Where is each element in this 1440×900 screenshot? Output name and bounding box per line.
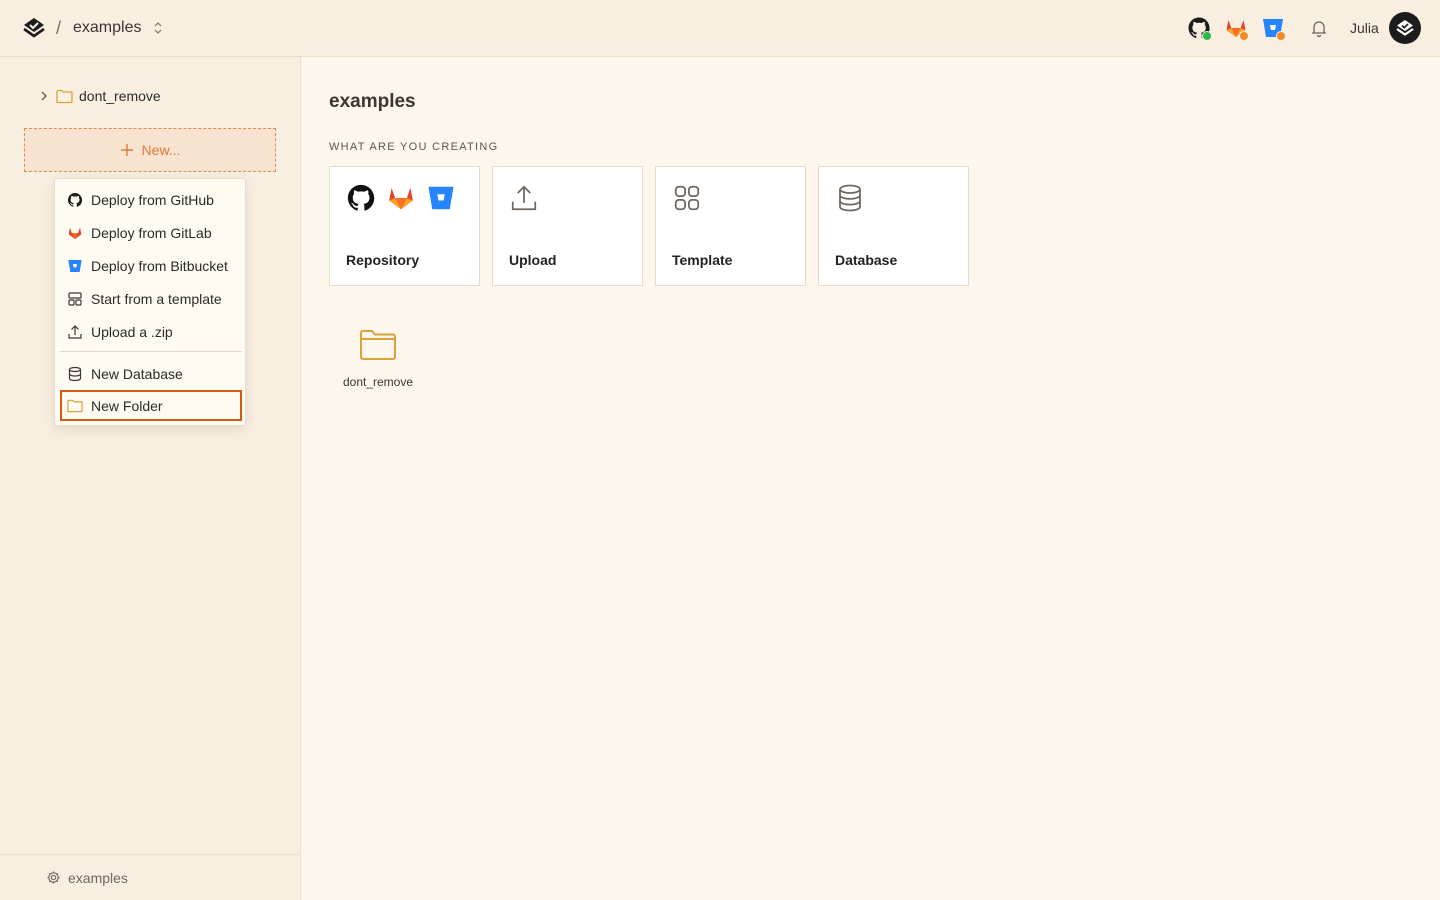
menu-item-deploy-github[interactable]: Deploy from GitHub [60, 184, 242, 215]
bitbucket-status-button[interactable] [1261, 16, 1287, 42]
user-name[interactable]: Julia [1350, 20, 1379, 36]
upload-icon [511, 185, 537, 211]
menu-item-label: Deploy from GitLab [91, 224, 212, 241]
new-dropdown-menu: Deploy from GitHub Deploy from GitLab De… [54, 178, 246, 426]
card-icon-wrap [672, 183, 702, 213]
upload-icon [68, 324, 82, 339]
footer-label: examples [68, 869, 128, 886]
menu-item-label: New Database [91, 365, 183, 382]
new-button-label: New... [141, 142, 181, 158]
top-bar: / examples Julia [0, 0, 1440, 57]
folder-icon [360, 330, 396, 360]
menu-item-deploy-gitlab[interactable]: Deploy from GitLab [60, 217, 242, 248]
card-label: Database [835, 252, 898, 268]
bitbucket-icon [68, 259, 82, 272]
chevron-up-down-icon[interactable] [151, 20, 165, 36]
github-status-button[interactable] [1187, 16, 1213, 42]
template-grid-icon [674, 185, 700, 211]
project-selector[interactable]: examples [73, 19, 141, 37]
sidebar-footer[interactable]: examples [0, 854, 300, 900]
section-heading: WHAT ARE YOU CREATING [329, 141, 499, 153]
folder-tile[interactable]: dont_remove [338, 328, 418, 389]
card-icon-wrap [835, 183, 865, 213]
menu-item-new-database[interactable]: New Database [60, 358, 242, 389]
app-logo-icon[interactable] [22, 16, 46, 40]
plus-icon [120, 144, 133, 156]
menu-item-label: Deploy from GitHub [91, 191, 214, 208]
menu-item-label: Start from a template [91, 290, 222, 307]
menu-item-label: Deploy from Bitbucket [91, 257, 228, 274]
folder-icon [67, 399, 83, 412]
gitlab-status-button[interactable] [1224, 16, 1250, 42]
menu-item-start-template[interactable]: Start from a template [60, 283, 242, 314]
tree-item-folder[interactable]: dont_remove [38, 86, 161, 106]
menu-item-new-folder[interactable]: New Folder [60, 390, 242, 421]
avatar[interactable] [1389, 12, 1421, 44]
bitbucket-icon [428, 186, 454, 210]
repository-icons [346, 183, 456, 213]
new-button[interactable]: New... [24, 128, 276, 172]
template-icon [68, 291, 82, 306]
card-repository[interactable]: Repository [329, 166, 480, 286]
folder-icon [56, 89, 73, 103]
status-dot [1239, 31, 1249, 41]
card-upload[interactable]: Upload [492, 166, 643, 286]
status-dot [1276, 31, 1286, 41]
menu-divider [60, 351, 242, 352]
notifications-bell-icon[interactable] [1309, 18, 1329, 38]
card-label: Template [672, 252, 733, 268]
gear-icon [47, 871, 60, 884]
page-title: examples [329, 91, 416, 112]
card-label: Upload [509, 252, 557, 268]
menu-item-upload-zip[interactable]: Upload a .zip [60, 316, 242, 347]
database-icon [839, 184, 861, 212]
github-icon [347, 184, 375, 211]
status-dot [1202, 31, 1212, 41]
gitlab-icon [389, 188, 413, 210]
card-icon-wrap [509, 183, 539, 213]
menu-item-deploy-bitbucket[interactable]: Deploy from Bitbucket [60, 250, 242, 281]
gitlab-icon [68, 227, 82, 239]
avatar-logo-icon [1396, 20, 1414, 36]
menu-item-label: New Folder [91, 397, 163, 414]
card-database[interactable]: Database [818, 166, 969, 286]
tree-item-label: dont_remove [79, 88, 161, 104]
card-label: Repository [346, 252, 420, 268]
breadcrumb-separator: / [56, 18, 62, 38]
github-icon [68, 192, 83, 207]
database-icon [68, 366, 82, 381]
card-template[interactable]: Template [655, 166, 806, 286]
folder-label: dont_remove [342, 375, 414, 389]
menu-item-label: Upload a .zip [91, 323, 173, 340]
chevron-right-icon[interactable] [38, 90, 50, 102]
